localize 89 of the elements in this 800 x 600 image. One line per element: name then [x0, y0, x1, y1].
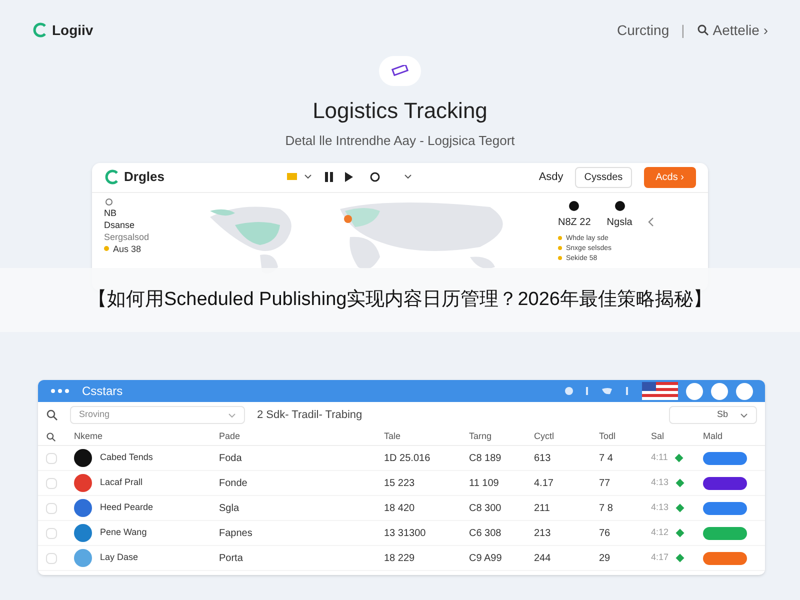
search-icon: [46, 432, 56, 442]
nav-link[interactable]: Curcting: [616, 20, 670, 40]
table-cell-text: 4:11: [651, 451, 668, 464]
table-cell-text: 13 31300: [384, 526, 427, 540]
chevron-down-icon: [740, 412, 748, 418]
stat-icon: [614, 200, 625, 210]
row-checkbox[interactable]: [46, 502, 57, 514]
table-cell-text: 4:17: [651, 551, 669, 564]
brand-name: Logiiv: [52, 21, 94, 40]
row-name: Cabed Tends: [100, 451, 153, 464]
panel-title: NB: [104, 206, 118, 218]
avatar: [74, 474, 92, 492]
column-header[interactable]: Mald: [703, 430, 757, 444]
secondary-button[interactable]: Cyssdes: [575, 166, 632, 188]
table-cell-text: 29: [599, 552, 612, 566]
chevron-down-icon: [228, 412, 236, 418]
table-cell-text: 15 223: [384, 476, 416, 490]
column-header[interactable]: Nkeme: [74, 430, 219, 444]
avatar: [74, 549, 92, 567]
table-cell-text: C6 308: [469, 526, 502, 540]
table-cell-text: 4.17: [534, 476, 554, 490]
table-cell-text: 18 229: [384, 552, 416, 566]
circle-button[interactable]: [686, 382, 703, 400]
table-cell-text: Sgla: [219, 502, 240, 516]
table-cell-text: C8 189: [469, 452, 502, 466]
column-header[interactable]: Todl: [599, 430, 651, 444]
row-name: Lacaf Prall: [100, 476, 143, 490]
table-cell-text: 7 4: [599, 452, 614, 466]
avatar: [74, 524, 92, 542]
dashboard-brand: Drgles: [124, 168, 164, 186]
logo-icon: [104, 169, 120, 185]
column-header[interactable]: Pade: [219, 430, 384, 444]
table-title: Csstars: [82, 383, 123, 400]
search-icon[interactable]: [46, 409, 58, 421]
dots-icon: [50, 388, 70, 394]
panel-detail: Sergsalsod: [104, 230, 150, 242]
nav-separator: |: [681, 21, 685, 40]
panel-tag: Aus 38: [113, 242, 142, 254]
table-cell-text: 211: [534, 502, 551, 516]
circle-button[interactable]: [736, 382, 753, 400]
chevron-left-icon[interactable]: [648, 216, 654, 226]
table-cell-text: 4:13: [651, 476, 669, 490]
table-cell-text: 613: [534, 452, 552, 466]
view-select[interactable]: Sb: [669, 406, 757, 424]
column-header[interactable]: Sal: [651, 430, 703, 444]
avatar: [74, 499, 92, 517]
circle-button[interactable]: [711, 382, 728, 400]
account-link[interactable]: Aettelie ›: [712, 20, 768, 40]
logo-icon: [32, 22, 48, 38]
stat-value: N8Z 22: [558, 216, 591, 230]
hero-title: Logistics Tracking: [312, 97, 488, 125]
flag-icon: [642, 382, 678, 400]
table-cell-text: 4:13: [651, 501, 669, 514]
table-cell-text: 244: [534, 552, 552, 566]
table-cell-text: Porta: [219, 552, 244, 566]
stat-icon: [569, 200, 580, 210]
panel-subtitle: Dsanse: [104, 218, 136, 230]
table-cell-text: 4:12: [651, 526, 669, 540]
table-cell-text: Foda: [219, 452, 243, 466]
row-checkbox[interactable]: [46, 452, 57, 464]
table-cell-text: 77: [599, 476, 612, 490]
table-cell-text: 76: [599, 526, 612, 540]
article-banner: 【如何用Scheduled Publishing实现内容日历管理？2026年最佳策略揭秘】: [0, 268, 800, 332]
row-checkbox[interactable]: [46, 478, 57, 488]
breadcrumb: 2 Sdk- Tradil- Trabing: [257, 408, 362, 423]
table-cell-text: 1D 25.016: [384, 452, 432, 466]
column-header[interactable]: Tarng: [469, 430, 534, 444]
avatar: [74, 449, 92, 467]
search-icon: [696, 24, 709, 36]
action-label: Asdy: [538, 170, 564, 185]
table-cell-text: 7 8: [599, 502, 614, 516]
table-cell-text: 213: [534, 526, 552, 540]
stat-value: Ngsla: [606, 216, 632, 230]
row-name: Pene Wang: [100, 526, 147, 540]
row-checkbox[interactable]: [46, 528, 57, 538]
table-cell-text: C8 300: [469, 502, 502, 516]
table-cell-text: 11 109: [469, 476, 500, 490]
row-name: Heed Pearde: [100, 501, 154, 514]
table-cell-text: Fonde: [219, 476, 248, 490]
hero-icon: [379, 56, 421, 86]
table-cell-text: Fapnes: [219, 526, 254, 540]
table-cell-text: C9 A99: [469, 552, 503, 566]
hero-subtitle: Detal lle Intrendhe Aay - Logjsica Tegort: [285, 132, 515, 150]
filter-select[interactable]: Sroving: [70, 406, 245, 424]
row-checkbox[interactable]: [46, 552, 57, 564]
column-header[interactable]: Cyctl: [534, 430, 599, 444]
row-name: Lay Dase: [100, 551, 138, 564]
column-header[interactable]: Tale: [384, 430, 469, 444]
table-cell-text: 18 420: [384, 502, 416, 516]
